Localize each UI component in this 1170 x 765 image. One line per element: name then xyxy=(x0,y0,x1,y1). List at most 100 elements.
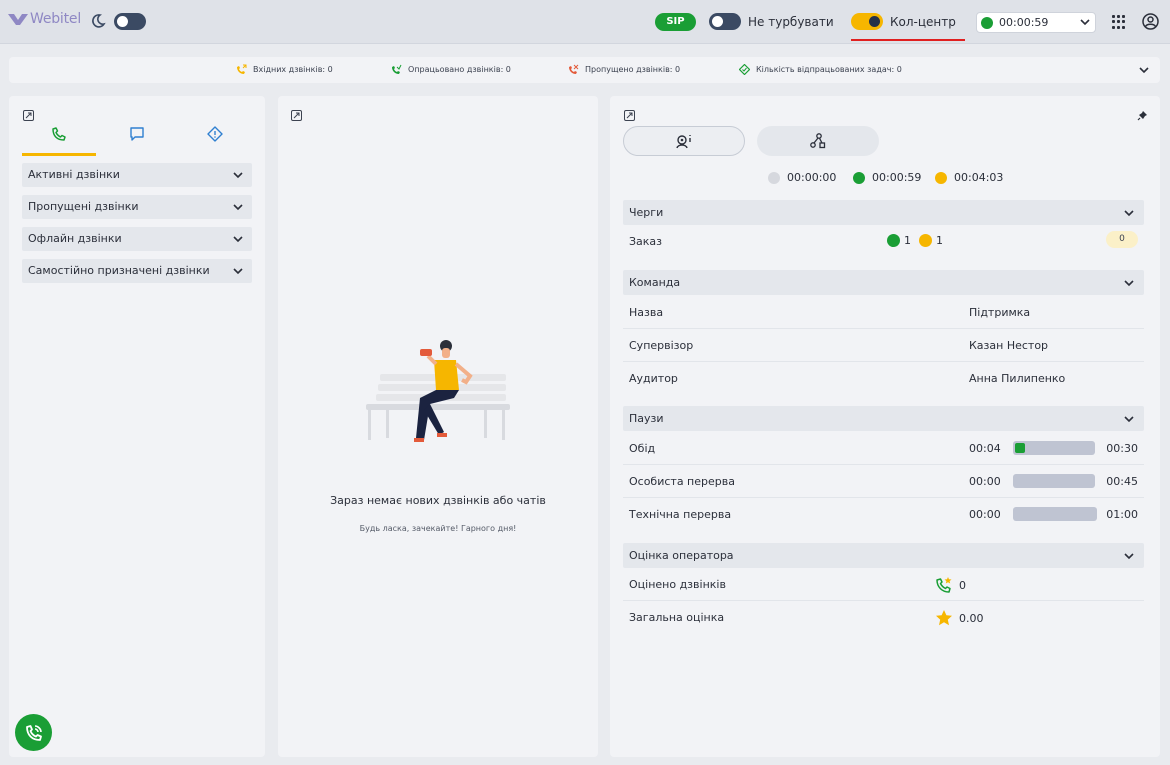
idle-dot xyxy=(768,171,780,184)
rating-key: Загальна оцінка xyxy=(629,611,725,624)
stats-expand-chevron-icon[interactable] xyxy=(1138,64,1150,76)
empty-state-subtitle: Будь ласка, зачекайте! Гарного дня! xyxy=(359,524,517,533)
accordion-label: Пропущені дзвінки xyxy=(28,200,139,213)
middle-panel: Зараз немає нових дзвінків або чатів Буд… xyxy=(278,96,598,757)
accordion-label: Офлайн дзвінки xyxy=(28,232,122,245)
team-value: Анна Пилипенко xyxy=(969,372,1066,385)
left-tabs xyxy=(22,124,252,156)
section-pauses[interactable]: Паузи xyxy=(623,406,1144,431)
accordion-self-assigned-calls[interactable]: Самостійно призначені дзвінки xyxy=(22,259,252,283)
chevron-down-icon xyxy=(1124,416,1134,423)
tab-calls[interactable] xyxy=(22,124,96,156)
section-rating[interactable]: Оцінка оператора xyxy=(623,543,1144,568)
pause-row-lunch[interactable]: Обід 00:04 00:30 xyxy=(623,432,1144,465)
pause-row-technical[interactable]: Технічна перерва 00:00 01:00 xyxy=(623,498,1144,531)
section-title: Команда xyxy=(629,276,681,289)
chat-icon xyxy=(130,127,144,141)
stat-missed-text: Пропущено дзвінків: 0 xyxy=(585,65,681,74)
stat-incoming: Вхідних дзвінків: 0 xyxy=(236,64,333,75)
left-panel: Активні дзвінки Пропущені дзвінки Офлайн… xyxy=(9,96,265,757)
theme-toggle[interactable] xyxy=(114,13,146,30)
agent-status-select[interactable]: 00:00:59 xyxy=(976,12,1096,33)
accordion-missed-calls[interactable]: Пропущені дзвінки xyxy=(22,195,252,219)
pause-row-personal[interactable]: Особиста перерва 00:00 00:45 xyxy=(623,465,1144,498)
callcenter-toggle[interactable] xyxy=(851,13,883,30)
moon-icon xyxy=(92,14,106,28)
pause-limit: 00:30 xyxy=(1106,442,1138,455)
flow-tab[interactable] xyxy=(757,126,879,156)
pause-elapsed: 00:00 xyxy=(969,508,1001,521)
team-key: Супервізор xyxy=(629,339,694,352)
section-title: Черги xyxy=(629,206,664,219)
logo-text: Webitel xyxy=(30,11,82,27)
timer-pause: 00:04:03 xyxy=(935,171,1003,184)
chevron-down-icon xyxy=(1124,553,1134,560)
apps-grid-icon[interactable] xyxy=(1112,15,1126,29)
chevron-down-icon xyxy=(1124,280,1134,287)
accordion-offline-calls[interactable]: Офлайн дзвінки xyxy=(22,227,252,251)
pause-progress-bar xyxy=(1013,474,1095,488)
rating-row-total: Загальна оцінка 0.00 xyxy=(623,601,1144,634)
rated-calls-number: 0 xyxy=(959,578,966,592)
team-row-supervisor: Супервізор Казан Нестор xyxy=(623,329,1144,362)
stat-processed-text: Опрацьовано дзвінків: 0 xyxy=(408,65,511,74)
rating-row-rated: Оцінено дзвінків 0 xyxy=(623,568,1144,601)
tab-chats[interactable] xyxy=(100,124,174,156)
section-queues[interactable]: Черги xyxy=(623,200,1144,225)
pause-progress-bar xyxy=(1013,441,1095,455)
expand-icon[interactable] xyxy=(291,110,302,121)
stat-tasks-text: Кількість відпрацьованих задач: 0 xyxy=(756,65,902,74)
queue-name: Заказ xyxy=(629,235,663,248)
queue-yellow-count: 1 xyxy=(936,234,943,247)
pause-limit: 01:00 xyxy=(1106,508,1138,521)
chevron-down-icon xyxy=(1080,19,1090,26)
stat-processed: Опрацьовано дзвінків: 0 xyxy=(391,64,511,75)
team-value: Казан Нестор xyxy=(969,339,1049,352)
agent-info-tab[interactable] xyxy=(623,126,745,156)
flow-graph-icon xyxy=(810,133,826,149)
callcenter-label: Кол-центр xyxy=(890,15,956,29)
top-header: Webitel SIP Не турбувати Кол-центр 00:00… xyxy=(0,0,1170,44)
rated-call-icon xyxy=(936,577,952,593)
queue-counters: 1 1 xyxy=(887,234,943,247)
stat-incoming-text: Вхідних дзвінків: 0 xyxy=(253,65,333,74)
rated-calls-value: 0 xyxy=(935,576,966,594)
call-stats-bar: Вхідних дзвінків: 0 Опрацьовано дзвінків… xyxy=(9,57,1160,83)
new-call-button[interactable] xyxy=(15,714,52,751)
chevron-down-icon xyxy=(233,204,243,211)
team-value: Підтримка xyxy=(969,306,1031,319)
dnd-toggle[interactable] xyxy=(709,13,741,30)
tab-alerts[interactable] xyxy=(178,124,252,156)
queue-yellow-dot xyxy=(919,234,932,247)
status-dot xyxy=(981,17,993,29)
pin-icon[interactable] xyxy=(1137,110,1148,121)
accordion-label: Активні дзвінки xyxy=(28,168,120,181)
expand-icon[interactable] xyxy=(23,110,34,121)
phone-call-icon xyxy=(25,724,42,741)
processed-call-icon xyxy=(392,64,402,74)
task-diamond-icon xyxy=(739,64,750,75)
user-icon[interactable] xyxy=(1142,13,1159,30)
sip-badge[interactable]: SIP xyxy=(655,13,696,31)
expand-icon[interactable] xyxy=(624,110,635,121)
status-time: 00:00:59 xyxy=(999,16,1049,29)
team-row-auditor: Аудитор Анна Пилипенко xyxy=(623,362,1144,395)
section-team[interactable]: Команда xyxy=(623,270,1144,295)
accordion-active-calls[interactable]: Активні дзвінки xyxy=(22,163,252,187)
pause-name: Технічна перерва xyxy=(629,508,732,521)
queue-green-count: 1 xyxy=(904,234,911,247)
webitel-logo: Webitel xyxy=(8,11,81,27)
pause-limit: 00:45 xyxy=(1106,475,1138,488)
pause-elapsed: 00:04 xyxy=(969,442,1001,455)
incoming-call-icon xyxy=(237,64,247,74)
section-title: Оцінка оператора xyxy=(629,549,734,562)
agent-info-icon xyxy=(676,135,691,149)
timer-idle: 00:00:00 xyxy=(768,171,836,184)
empty-state-title: Зараз немає нових дзвінків або чатів xyxy=(330,494,546,507)
star-icon xyxy=(936,610,952,626)
total-rating-number: 0.00 xyxy=(959,611,984,625)
accordion-label: Самостійно призначені дзвінки xyxy=(28,264,210,277)
chevron-down-icon xyxy=(233,172,243,179)
timer-pause-value: 00:04:03 xyxy=(954,171,1004,184)
webitel-logo-icon xyxy=(8,14,28,25)
